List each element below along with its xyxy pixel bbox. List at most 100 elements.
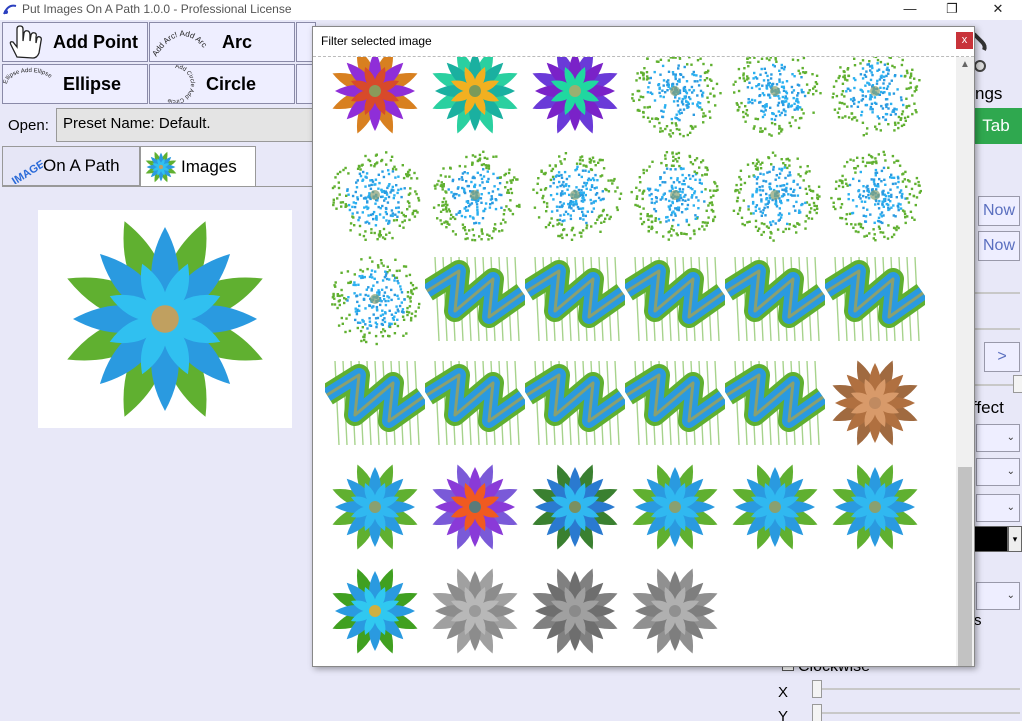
slider-track-1[interactable] <box>975 292 1020 294</box>
restore-button[interactable]: ❐ <box>930 0 974 20</box>
caret-down-icon: ▾ <box>1012 534 1018 544</box>
now-button-2-label: Now <box>982 237 1015 254</box>
window-title: Put Images On A Path 1.0.0 - Professiona… <box>22 2 292 16</box>
combo-box-4[interactable]: ⌄ <box>976 582 1020 610</box>
image-thumbnail[interactable] <box>725 457 825 557</box>
image-thumbnail[interactable] <box>725 353 825 453</box>
y-slider-track[interactable] <box>812 712 1020 714</box>
x-slider-track[interactable] <box>812 688 1020 690</box>
image-thumbnail[interactable] <box>325 561 425 661</box>
image-thumbnail[interactable] <box>625 145 725 245</box>
image-thumbnail[interactable] <box>825 56 925 141</box>
image-thumbnail[interactable] <box>625 353 725 453</box>
close-window-button[interactable]: ✕ <box>976 0 1020 20</box>
title-bar: Put Images On A Path 1.0.0 - Professiona… <box>0 0 1022 20</box>
image-thumbnail[interactable] <box>325 457 425 557</box>
arc-text-icon: Add Arc! Add Arc <box>150 29 208 58</box>
minimize-button[interactable]: — <box>888 0 932 20</box>
image-thumbnail[interactable] <box>325 353 425 453</box>
filter-dialog: Filter selected image x ▲ <box>312 26 975 667</box>
image-thumbnail[interactable] <box>825 145 925 245</box>
add-point-button[interactable]: Add Point <box>2 22 148 62</box>
x-slider-thumb[interactable] <box>812 680 822 698</box>
effect-label-fragment: ffect <box>972 398 1004 417</box>
image-thumbnail[interactable] <box>325 56 425 141</box>
new-tab-button[interactable]: Tab <box>970 108 1022 144</box>
chevron-down-icon: ⌄ <box>1006 590 1015 601</box>
preset-name-value: Preset Name: Default. <box>63 115 211 132</box>
image-thumbnail[interactable] <box>625 249 725 349</box>
chevron-down-icon: ⌄ <box>1006 502 1015 513</box>
close-icon: x <box>961 34 968 46</box>
circle-label: Circle <box>206 73 257 94</box>
arc-label: Arc <box>222 31 253 52</box>
svg-text:Ellipse Add Ellipse: Ellipse Add Ellipse <box>3 68 53 85</box>
ellipse-button[interactable]: Ellipse Add Ellipse Ellipse <box>2 64 148 104</box>
tab-images[interactable]: Images <box>140 146 256 186</box>
image-thumbnail[interactable] <box>425 56 525 141</box>
new-tab-label: Tab <box>982 116 1010 135</box>
app-icon <box>3 4 17 15</box>
combo-box-3[interactable]: ⌄ <box>976 494 1020 522</box>
image-thumbnail[interactable] <box>525 249 625 349</box>
image-thumbnail[interactable] <box>825 249 925 349</box>
image-path-icon: IMAGE <box>10 158 43 184</box>
image-thumbnail[interactable] <box>325 249 425 349</box>
circle-button[interactable]: Add Circle Add Circle Circle <box>149 64 295 104</box>
image-thumbnail[interactable] <box>325 145 425 245</box>
svg-text:Add Arc! Add Arc: Add Arc! Add Arc <box>150 29 208 58</box>
now-button-1-label: Now <box>982 202 1015 219</box>
image-thumbnail[interactable] <box>825 353 925 453</box>
image-thumbnail[interactable] <box>425 249 525 349</box>
color-swatch-dropdown[interactable]: ▾ <box>1008 526 1022 552</box>
chevron-down-icon: ⌄ <box>1006 432 1015 443</box>
ellipse-label: Ellipse <box>63 73 122 94</box>
dialog-close-button[interactable]: x <box>956 32 973 49</box>
preset-name-field[interactable]: Preset Name: Default. <box>56 108 316 142</box>
image-thumbnail[interactable] <box>525 353 625 453</box>
now-button-1[interactable]: Now <box>978 196 1020 226</box>
combo-box-2[interactable]: ⌄ <box>976 458 1020 486</box>
x-label: X <box>778 684 789 701</box>
scroll-up-arrow[interactable]: ▲ <box>956 57 974 73</box>
image-thumbnail[interactable] <box>625 561 725 661</box>
image-thumbnail[interactable] <box>725 249 825 349</box>
y-slider-thumb[interactable] <box>812 704 822 721</box>
image-thumbnail[interactable] <box>525 56 625 141</box>
image-thumbnail[interactable] <box>725 145 825 245</box>
slider-thumb-3[interactable] <box>1013 375 1022 393</box>
image-thumbnail[interactable] <box>725 56 825 141</box>
image-thumbnail[interactable] <box>625 56 725 141</box>
arc-button[interactable]: Add Arc! Add Arc Arc <box>149 22 295 62</box>
vertical-scrollbar[interactable]: ▲ <box>956 57 974 666</box>
image-thumbnail[interactable] <box>425 457 525 557</box>
image-thumbnail[interactable] <box>525 561 625 661</box>
y-label: Y <box>778 708 789 721</box>
image-thumbnail[interactable] <box>425 561 525 661</box>
image-thumbnail[interactable] <box>425 353 525 453</box>
slider-track-2[interactable] <box>975 328 1020 330</box>
image-thumbnail[interactable] <box>825 457 925 557</box>
ellipse-text-icon: Ellipse Add Ellipse <box>3 68 53 85</box>
next-button-label: > <box>997 348 1007 365</box>
now-button-2[interactable]: Now <box>978 231 1020 261</box>
scrollbar-thumb[interactable] <box>958 467 972 666</box>
dialog-title: Filter selected image <box>321 34 432 48</box>
image-thumbnail[interactable] <box>525 145 625 245</box>
selected-image-preview[interactable] <box>38 210 292 428</box>
combo-box-1[interactable]: ⌄ <box>976 424 1020 452</box>
svg-text:Add Circle Add Circle: Add Circle Add Circle <box>166 65 195 103</box>
flower-icon <box>145 151 177 182</box>
settings-label-fragment: ngs <box>975 84 1003 103</box>
image-thumbnail[interactable] <box>425 145 525 245</box>
color-swatch[interactable] <box>974 526 1008 552</box>
options-label-fragment: s <box>974 612 982 629</box>
image-thumbnail[interactable] <box>625 457 725 557</box>
chevron-down-icon: ⌄ <box>1006 466 1015 477</box>
next-button[interactable]: > <box>984 342 1020 372</box>
tab-on-a-path[interactable]: IMAGE On A Path <box>2 146 140 186</box>
circle-text-icon: Add Circle Add Circle <box>166 65 195 103</box>
image-thumbnail[interactable] <box>525 457 625 557</box>
open-label: Open: <box>8 117 49 134</box>
svg-text:IMAGE: IMAGE <box>10 158 43 184</box>
